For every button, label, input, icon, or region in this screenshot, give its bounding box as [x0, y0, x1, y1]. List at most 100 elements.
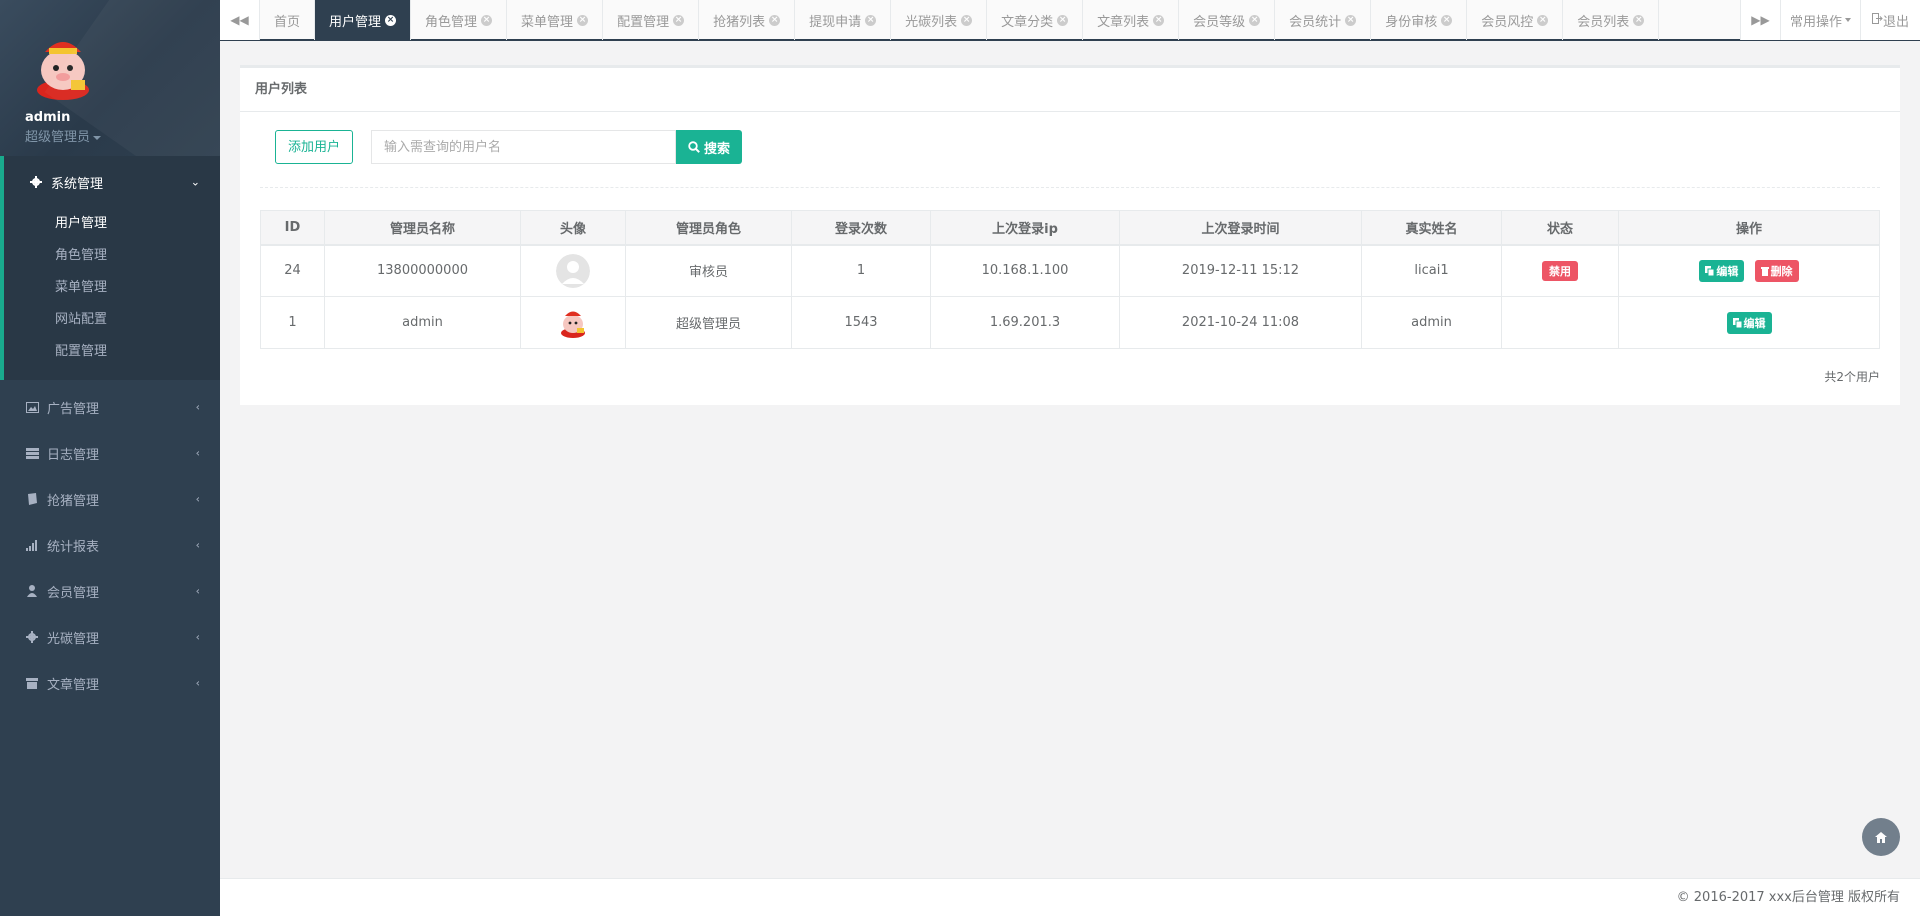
chevron-left-icon: ‹ — [195, 400, 200, 414]
profile-avatar[interactable] — [25, 30, 101, 102]
cell-name: 13800000000 — [324, 244, 521, 297]
search-button[interactable]: 搜索 — [676, 130, 743, 164]
col-avatar: 头像 — [520, 210, 626, 246]
sidebar-item-role-manage[interactable]: 角色管理 — [4, 240, 220, 272]
close-icon[interactable]: × — [1345, 14, 1357, 26]
tab-carbon-list[interactable]: 光碳列表 × — [891, 0, 988, 40]
tab-label: 菜单管理 — [521, 14, 574, 30]
sidebar-nav: 系统管理 ⌄ 用户管理 角色管理 菜单管理 网站配置 配置管理 广告管理 ‹ 日… — [0, 156, 220, 706]
close-icon[interactable]: × — [577, 14, 589, 26]
tab-id-review[interactable]: 身份审核 × — [1371, 0, 1468, 40]
tab-member-list[interactable]: 会员列表 × — [1563, 0, 1660, 40]
tab-withdraw[interactable]: 提现申请 × — [795, 0, 892, 40]
cell-realname: admin — [1361, 296, 1502, 349]
edit-button[interactable]: 编辑 — [1699, 259, 1745, 282]
cell-ip: 10.168.1.100 — [930, 244, 1120, 297]
profile-role-dropdown[interactable]: 超级管理员 — [25, 126, 220, 145]
sidebar-group-system-header[interactable]: 系统管理 ⌄ — [4, 156, 220, 208]
close-icon[interactable]: × — [1537, 14, 1549, 26]
tab-member-risk[interactable]: 会员风控 × — [1467, 0, 1564, 40]
cell-status — [1501, 296, 1619, 349]
sidebar-item-site-config[interactable]: 网站配置 — [4, 304, 220, 336]
sidebar-item-user-manage[interactable]: 用户管理 — [4, 208, 220, 240]
sidebar-group-logs: 日志管理 ‹ — [0, 430, 220, 476]
chevron-left-icon: ‹ — [195, 446, 200, 460]
tab-config-manage[interactable]: 配置管理 × — [603, 0, 700, 40]
chevron-left-icon: ‹ — [195, 492, 200, 506]
close-icon[interactable]: × — [769, 14, 781, 26]
sidebar-group-members: 会员管理 ‹ — [0, 568, 220, 614]
gear-icon — [29, 175, 43, 189]
col-time: 上次登录时间 — [1119, 210, 1362, 246]
cell-logins: 1543 — [791, 296, 931, 349]
tab-home[interactable]: 首页 — [260, 0, 316, 40]
mascot-avatar-icon — [556, 305, 590, 340]
tabs-scroll-left-button[interactable]: ◀◀ — [220, 0, 260, 40]
sidebar-item-menu-manage[interactable]: 菜单管理 — [4, 272, 220, 304]
tab-article-list[interactable]: 文章列表 × — [1083, 0, 1180, 40]
close-icon[interactable]: × — [961, 14, 973, 26]
tab-role-manage[interactable]: 角色管理 × — [411, 0, 508, 40]
logout-icon — [1871, 12, 1883, 28]
close-icon[interactable]: × — [673, 14, 685, 26]
cell-avatar — [520, 296, 626, 349]
tab-label: 会员等级 — [1193, 14, 1246, 30]
tab-menu-manage[interactable]: 菜单管理 × — [507, 0, 604, 40]
tab-article-category[interactable]: 文章分类 × — [987, 0, 1084, 40]
default-avatar-icon — [556, 253, 590, 288]
sidebar-group-logs-header[interactable]: 日志管理 ‹ — [0, 430, 220, 476]
sidebar-group-label: 统计报表 — [47, 539, 100, 555]
cell-role: 审核员 — [625, 244, 792, 297]
col-role: 管理员角色 — [625, 210, 792, 246]
tab-member-stats[interactable]: 会员统计 × — [1275, 0, 1372, 40]
cell-name: admin — [324, 296, 521, 349]
delete-button[interactable]: 删除 — [1754, 259, 1799, 282]
tab-label: 会员风控 — [1481, 14, 1534, 30]
home-icon — [1875, 831, 1887, 843]
status-badge[interactable]: 禁用 — [1542, 260, 1578, 281]
logout-button[interactable]: 退出 — [1860, 0, 1920, 40]
tab-label: 配置管理 — [617, 14, 670, 30]
close-icon[interactable]: × — [385, 14, 397, 26]
sidebar-group-ads-header[interactable]: 广告管理 ‹ — [0, 384, 220, 430]
search-input[interactable] — [371, 130, 677, 164]
cell-id: 24 — [260, 244, 325, 297]
cell-time: 2021-10-24 11:08 — [1119, 296, 1362, 349]
close-icon[interactable]: × — [865, 14, 877, 26]
sidebar-group-stats-header[interactable]: 统计报表 ‹ — [0, 522, 220, 568]
toolbar: 添加用户 搜索 — [275, 130, 743, 164]
tab-label: 提现申请 — [809, 14, 862, 30]
add-user-button[interactable]: 添加用户 — [275, 130, 354, 164]
sidebar-group-pig-header[interactable]: 抢猪管理 ‹ — [0, 476, 220, 522]
tabs-scroll-right-button[interactable]: ▶▶ — [1740, 0, 1780, 40]
close-icon[interactable]: × — [1633, 14, 1645, 26]
image-icon — [25, 400, 39, 414]
sidebar-group-label: 抢猪管理 — [47, 493, 100, 509]
close-icon[interactable]: × — [1153, 14, 1165, 26]
cell-status: 禁用 — [1501, 244, 1619, 297]
sidebar-group-articles: 文章管理 ‹ — [0, 660, 220, 706]
tab-list: 首页 用户管理 × 角色管理 × 菜单管理 × 配置管理 × 抢猪列表 × 提现申请 × 光… — [260, 0, 1660, 40]
chevron-left-icon: ‹ — [195, 676, 200, 690]
tab-user-manage[interactable]: 用户管理 × — [315, 0, 412, 40]
tab-pig-list[interactable]: 抢猪列表 × — [699, 0, 796, 40]
home-float-button[interactable] — [1862, 818, 1900, 856]
cell-avatar — [520, 244, 626, 297]
copy-icon — [1732, 317, 1742, 328]
tab-member-level[interactable]: 会员等级 × — [1179, 0, 1276, 40]
col-logins: 登录次数 — [791, 210, 931, 246]
sidebar-item-config-manage[interactable]: 配置管理 — [4, 336, 220, 368]
sidebar-group-members-header[interactable]: 会员管理 ‹ — [0, 568, 220, 614]
col-id: ID — [260, 210, 325, 246]
sidebar-group-pig: 抢猪管理 ‹ — [0, 476, 220, 522]
archive-icon — [25, 676, 39, 690]
sidebar-group-carbon-header[interactable]: 光碳管理 ‹ — [0, 614, 220, 660]
close-icon[interactable]: × — [1441, 14, 1453, 26]
edit-button[interactable]: 编辑 — [1726, 311, 1772, 334]
close-icon[interactable]: × — [1249, 14, 1261, 26]
common-actions-dropdown[interactable]: 常用操作 — [1780, 0, 1860, 40]
close-icon[interactable]: × — [481, 14, 493, 26]
close-icon[interactable]: × — [1057, 14, 1069, 26]
tab-label: 角色管理 — [425, 14, 478, 30]
sidebar-group-articles-header[interactable]: 文章管理 ‹ — [0, 660, 220, 706]
